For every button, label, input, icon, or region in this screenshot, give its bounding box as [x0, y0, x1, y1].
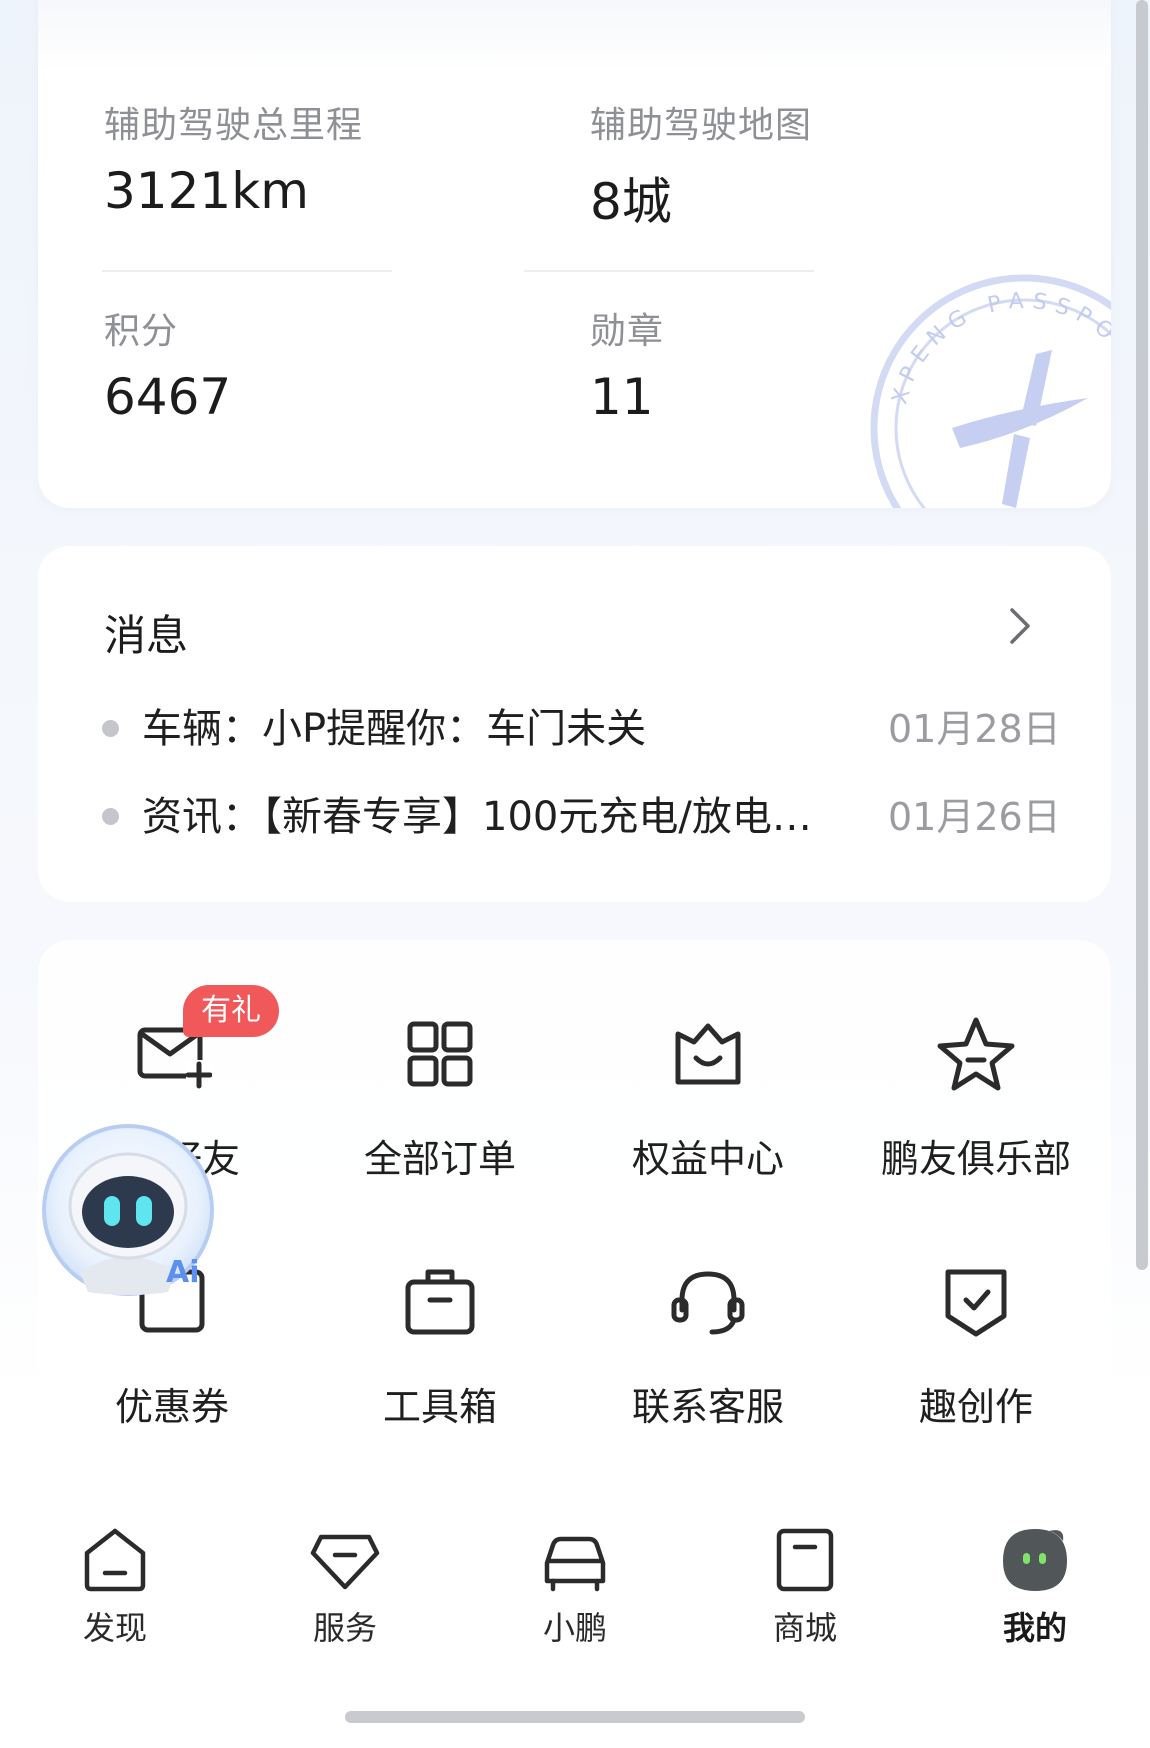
tab-label: 商城: [772, 1609, 837, 1647]
assist-map-label: 辅助驾驶地图: [590, 105, 813, 146]
assist-map-value: 8城: [590, 173, 672, 231]
assist-mileage-label: 辅助驾驶总里程: [104, 105, 364, 146]
diamond-icon: [310, 1534, 380, 1590]
ai-badge-text: Ai: [166, 1255, 200, 1290]
tab-label: 服务: [312, 1609, 377, 1647]
menu-label: 优惠券: [114, 1385, 229, 1429]
message-date: 01月26日: [888, 795, 1061, 839]
medals-stat[interactable]: 勋章 11: [590, 302, 664, 426]
message-bullet: [102, 720, 119, 737]
menu-item-club[interactable]: 鹏友俱乐部: [856, 1014, 1096, 1214]
menu-item-customer-service[interactable]: 联系客服: [588, 1262, 828, 1462]
avatar-icon: [1003, 1529, 1067, 1591]
messages-title: 消息: [104, 611, 189, 660]
tab-xpeng[interactable]: 小鹏: [505, 1523, 645, 1663]
ai-assistant-button[interactable]: Ai: [40, 1122, 216, 1298]
car-icon: [544, 1536, 606, 1592]
points-stat[interactable]: 积分 6467: [104, 302, 231, 426]
points-label: 积分: [104, 311, 179, 352]
tab-label: 发现: [82, 1609, 147, 1647]
stamp-text: XPENG PASSPORT: [887, 289, 1111, 407]
tab-mine[interactable]: 我的: [965, 1523, 1105, 1663]
message-bullet: [102, 808, 119, 825]
medals-label: 勋章: [590, 311, 665, 352]
tab-discover[interactable]: 发现: [45, 1523, 185, 1663]
assist-mileage-stat[interactable]: 辅助驾驶总里程 3121km: [104, 96, 363, 220]
menu-item-all-orders[interactable]: 全部订单: [320, 1014, 560, 1214]
points-value: 6467: [104, 368, 232, 426]
medals-value: 11: [590, 368, 654, 426]
tab-label: 小鹏: [542, 1609, 607, 1647]
home-icon: [84, 1528, 146, 1592]
passport-stamp-icon: XPENG PASSPORT: [870, 274, 1111, 508]
stats-card: 辅助驾驶总里程 3121km 辅助驾驶地图 8城 积分 6467 勋章 11 X…: [38, 0, 1111, 508]
messages-card[interactable]: 消息 车辆：小P提醒你：车门未关 01月28日 资讯：【新春专享】100元充电/…: [38, 546, 1111, 902]
menu-item-creation[interactable]: 趣创作: [856, 1262, 1096, 1462]
menu-label: 权益中心: [631, 1137, 784, 1181]
stats-divider-right: [524, 270, 814, 272]
stats-top-fade: [38, 0, 1111, 70]
stats-divider-left: [102, 270, 392, 272]
shop-icon: [776, 1528, 834, 1592]
message-text: 车辆：小P提醒你：车门未关: [142, 706, 647, 752]
chevron-right-icon[interactable]: [1000, 602, 1040, 650]
tab-label: 我的: [1002, 1609, 1067, 1647]
assist-map-stat[interactable]: 辅助驾驶地图 8城: [590, 96, 812, 234]
menu-label: 联系客服: [631, 1385, 784, 1429]
crown-box-icon: [675, 1023, 741, 1085]
svg-text:XPENG PASSPORT: XPENG PASSPORT: [887, 289, 1111, 407]
message-item[interactable]: 车辆：小P提醒你：车门未关 01月28日: [102, 696, 1082, 756]
message-text: 资讯：【新春专享】100元充电/放电…: [142, 794, 812, 840]
scrollbar[interactable]: [1136, 0, 1148, 1270]
shield-check-icon: [945, 1269, 1007, 1337]
menu-item-toolbox[interactable]: 工具箱: [320, 1262, 560, 1462]
menu-label: 全部订单: [363, 1137, 516, 1181]
tab-mall[interactable]: 商城: [735, 1523, 875, 1663]
message-date: 01月28日: [888, 707, 1061, 751]
headset-icon: [671, 1271, 745, 1335]
grid-icon: [407, 1021, 473, 1087]
toolbox-icon: [405, 1269, 475, 1335]
menu-label: 鹏友俱乐部: [880, 1137, 1071, 1181]
star-icon: [937, 1017, 1015, 1091]
bottom-tab-bar: 发现 服务 小鹏 商城 我的: [0, 1505, 1150, 1655]
home-indicator[interactable]: [345, 1711, 805, 1723]
tab-services[interactable]: 服务: [275, 1523, 415, 1663]
assist-mileage-value: 3121km: [104, 162, 309, 220]
menu-label: 趣创作: [918, 1385, 1033, 1429]
gift-badge: 有礼: [183, 985, 279, 1037]
menu-item-benefits-center[interactable]: 权益中心: [588, 1014, 828, 1214]
menu-label: 工具箱: [382, 1385, 497, 1429]
message-item[interactable]: 资讯：【新春专享】100元充电/放电… 01月26日: [102, 784, 1082, 844]
